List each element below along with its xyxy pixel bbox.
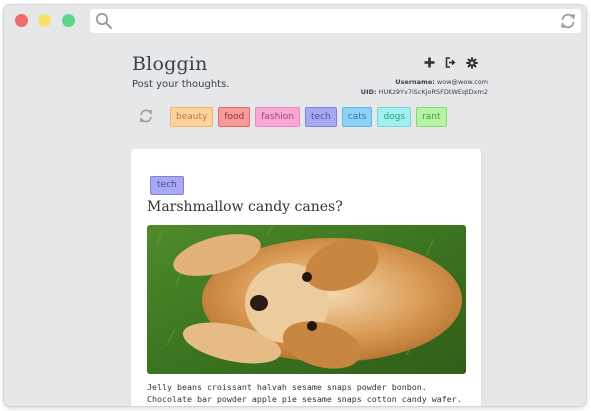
add-post-icon[interactable] [423, 56, 436, 69]
tag-filter-food[interactable]: food [218, 107, 251, 127]
post-title[interactable]: Marshmallow candy canes? [147, 199, 343, 215]
refresh-icon[interactable] [138, 108, 154, 128]
maximize-window-button[interactable] [62, 14, 75, 27]
post-card: tech Marshmallow candy canes? Jelly bean… [131, 149, 481, 406]
uid-label: UID: [360, 88, 377, 96]
header-actions [423, 56, 478, 69]
site-tagline: Post your thoughts. [132, 79, 230, 90]
tag-filter-cats[interactable]: cats [341, 107, 373, 127]
site-title[interactable]: Bloggin [132, 53, 208, 75]
browser-toolbar [4, 5, 586, 37]
tag-filter-dogs[interactable]: dogs [377, 107, 412, 127]
search-icon [95, 12, 113, 34]
username-row: Username: wow@wow.com [361, 77, 488, 87]
close-window-button[interactable] [15, 14, 28, 27]
username-label: Username: [395, 78, 435, 86]
tag-filter-fashion[interactable]: fashion [255, 107, 301, 127]
settings-icon[interactable] [465, 56, 478, 69]
tag-filter-list: beauty food fashion tech cats dogs rant [170, 107, 447, 127]
tag-filter-beauty[interactable]: beauty [170, 107, 214, 127]
tag-filter-tech[interactable]: tech [305, 107, 337, 127]
address-bar[interactable] [90, 9, 581, 33]
page-content: Bloggin Post your thoughts. Username: wo… [4, 37, 586, 406]
uid-row: UID: HUKz9Yv7iScKjoRSFDtWEqtDxm2 [361, 87, 488, 97]
post-tag-badge[interactable]: tech [150, 176, 184, 195]
account-info: Username: wow@wow.com UID: HUKz9Yv7iScKj… [361, 77, 488, 97]
reload-icon[interactable] [559, 12, 577, 34]
logout-icon[interactable] [444, 56, 457, 69]
minimize-window-button[interactable] [38, 14, 51, 27]
username-value: wow@wow.com [436, 78, 488, 86]
post-image [147, 225, 466, 374]
tag-filter-rant[interactable]: rant [416, 107, 447, 127]
browser-window: Bloggin Post your thoughts. Username: wo… [4, 5, 586, 406]
uid-value: HUKz9Yv7iScKjoRSFDtWEqtDxm2 [378, 88, 488, 96]
post-excerpt: Jelly beans croissant halvah sesame snap… [147, 382, 462, 404]
